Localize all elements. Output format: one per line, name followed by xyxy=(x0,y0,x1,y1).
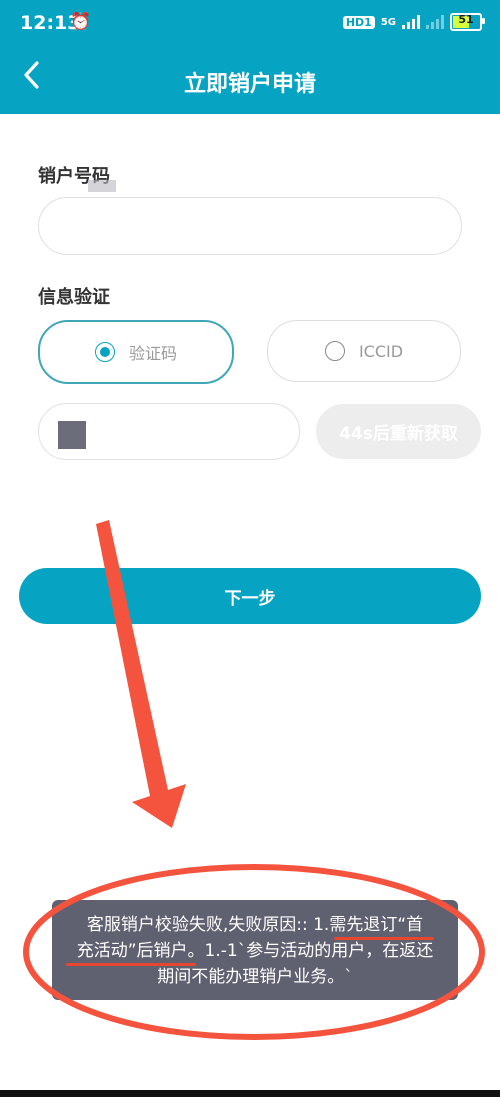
alarm-icon: ⏰ xyxy=(70,12,92,32)
error-toast: 客服销户校验失败,失败原因:: 1.需先退订“首 充活动”后销户。1.-1`参与… xyxy=(52,900,458,1000)
option-sms-code[interactable]: 验证码 xyxy=(38,320,234,384)
battery-icon: 51 xyxy=(450,13,485,31)
network-label: 5G xyxy=(380,16,396,28)
page-title: 立即销户申请 xyxy=(183,72,316,97)
status-bar: 12:13 ⏰ HD1 5G 51 xyxy=(0,0,500,48)
highlight-underline xyxy=(334,937,434,940)
battery-level: 51 xyxy=(458,13,474,26)
signal-icon xyxy=(402,15,420,29)
redacted-block xyxy=(58,421,86,449)
resend-code-button[interactable]: 44s后重新获取 xyxy=(316,404,481,459)
toast-line-1: 客服销户校验失败,失败原因:: 1.需先退订“首 xyxy=(86,915,424,935)
radio-checked-icon xyxy=(94,342,115,362)
toast-line-2: 充活动”后销户。1.-1`参与活动的用户，在返还 xyxy=(76,941,434,961)
option-iccid[interactable]: ICCID xyxy=(267,320,461,382)
redacted-block xyxy=(88,180,116,192)
status-icons: HD1 5G 51 xyxy=(342,13,485,31)
arrow-icon xyxy=(96,520,186,828)
highlight-underline xyxy=(66,963,196,966)
next-button[interactable]: 下一步 xyxy=(19,568,481,624)
account-number-input[interactable] xyxy=(38,197,462,255)
radio-unchecked-icon xyxy=(324,341,345,361)
signal-secondary-icon xyxy=(426,15,444,29)
navigation-bar xyxy=(0,1090,500,1097)
app-header: 立即销户申请 xyxy=(0,48,500,114)
toast-line-3: 期间不能办理销户业务。` xyxy=(157,967,353,987)
option-sms-label: 验证码 xyxy=(128,344,177,363)
hd-badge: HD1 xyxy=(342,15,375,29)
verification-label: 信息验证 xyxy=(38,287,110,308)
option-iccid-label: ICCID xyxy=(358,341,404,361)
